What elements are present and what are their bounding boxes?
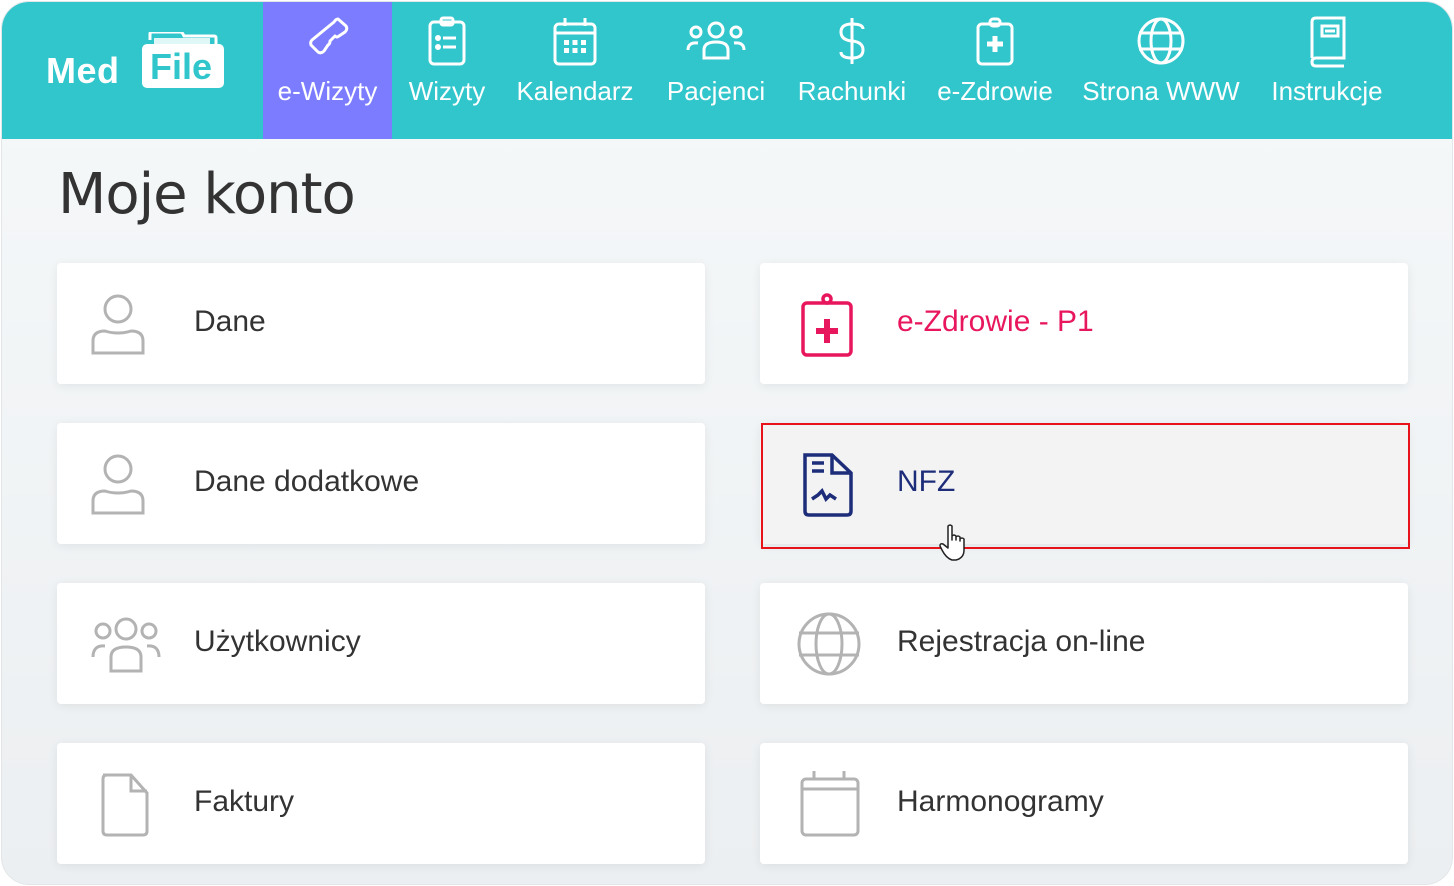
nav-label: Kalendarz (516, 76, 634, 106)
card-label: Rejestracja on-line (897, 625, 1146, 658)
card-uzytkownicy[interactable]: Użytkownicy (57, 583, 705, 704)
card-dane-dodatkowe[interactable]: Dane dodatkowe (57, 423, 705, 544)
card-label: Użytkownicy (194, 625, 361, 658)
nav-item-kalendarz[interactable]: Kalendarz (502, 2, 648, 139)
nav-item-rachunki[interactable]: Rachunki (784, 2, 920, 139)
nav-label: Instrukcje (1271, 76, 1383, 106)
calendar-icon (553, 18, 597, 66)
card-e-zdrowie-p1[interactable]: e-Zdrowie - P1 (760, 263, 1408, 384)
card-label: Faktury (194, 785, 295, 818)
clipboard-medical-icon (976, 17, 1014, 66)
user-icon (91, 294, 145, 355)
card-label: NFZ (897, 465, 956, 498)
card-label: Harmonogramy (897, 785, 1104, 818)
nav-label: e-Wizyty (277, 76, 378, 106)
card-label: Dane (194, 305, 266, 338)
nav-label: Rachunki (797, 76, 907, 106)
main-nav: e-Wizyty Wizyty Kalendarz Pacjenci Rachu… (263, 2, 1402, 139)
nav-label: e-Zdrowie (937, 76, 1053, 106)
nav-item-wizyty[interactable]: Wizyty (392, 2, 502, 139)
nav-label: Wizyty (408, 76, 486, 106)
calendar-icon (800, 771, 860, 837)
globe-icon (797, 612, 861, 676)
medfile-logo[interactable]: Med File (44, 30, 234, 94)
logo-text-file: File (150, 46, 213, 87)
clipboard-medical-icon (801, 293, 853, 357)
nav-item-pacjenci[interactable]: Pacjenci (648, 2, 784, 139)
card-nfz[interactable]: NFZ (760, 423, 1408, 544)
card-dane[interactable]: Dane (57, 263, 705, 384)
clipboard-list-icon (428, 16, 466, 66)
nav-item-strona-www[interactable]: Strona WWW (1070, 2, 1252, 139)
card-label: e-Zdrowie - P1 (897, 305, 1094, 338)
nav-item-e-zdrowie[interactable]: e-Zdrowie (920, 2, 1070, 139)
users-icon (686, 21, 746, 60)
nav-item-instrukcje[interactable]: Instrukcje (1252, 2, 1402, 139)
globe-icon (1137, 17, 1185, 65)
app-window: Med File e-Wizyty Wizyty Kalendarz Pacje… (1, 1, 1453, 885)
logo-text-med: Med (46, 50, 120, 91)
nav-item-e-wizyty[interactable]: e-Wizyty (263, 2, 392, 139)
nav-label: Strona WWW (1082, 76, 1240, 106)
card-harmonogramy[interactable]: Harmonogramy (760, 743, 1408, 864)
card-rejestracja-online[interactable]: Rejestracja on-line (760, 583, 1408, 704)
book-icon (1310, 16, 1346, 68)
document-signature-icon (803, 453, 853, 517)
hand-cursor-icon (939, 524, 965, 561)
file-icon (101, 773, 149, 837)
nav-label: Pacjenci (666, 76, 766, 106)
top-navigation-bar: Med File e-Wizyty Wizyty Kalendarz Pacje… (2, 2, 1452, 139)
card-faktury[interactable]: Faktury (57, 743, 705, 864)
page-title: Moje konto (58, 162, 356, 227)
phone-icon (308, 17, 348, 55)
users-icon (91, 617, 161, 673)
card-label: Dane dodatkowe (194, 465, 420, 498)
user-icon (91, 454, 145, 515)
dollar-icon (839, 18, 865, 64)
